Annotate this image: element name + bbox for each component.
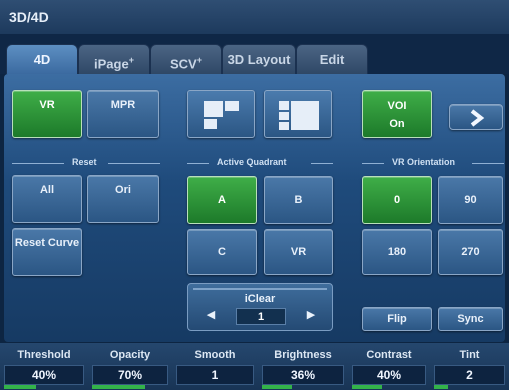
active-quadrant-group-header: Active Quadrant (187, 157, 333, 169)
orientation-90-button[interactable]: 90 (438, 176, 503, 224)
quadrant-vr-button[interactable]: VR (264, 229, 333, 275)
tab-3d-layout[interactable]: 3D Layout (222, 44, 296, 74)
split-layout-button[interactable] (264, 90, 332, 138)
reset-all-button[interactable]: All (12, 175, 82, 223)
opacity-label: Opacity (109, 349, 151, 361)
opacity-value: 70% (92, 365, 168, 385)
contrast-value: 40% (352, 365, 426, 385)
tint-label: Tint (459, 349, 480, 361)
contrast-level-bar (352, 385, 382, 389)
threshold-value: 40% (4, 365, 84, 385)
arrow-left-icon[interactable]: ◀ (204, 308, 218, 322)
app-window: 3D/4D 4D iPage+ SCV+ 3D Layout Edit VR M… (0, 0, 509, 390)
brightness-level-bar (262, 385, 292, 389)
reset-curve-label: Reset Curve (14, 237, 80, 249)
iclear-indicator (193, 288, 327, 290)
reset-all-label: All (39, 184, 55, 196)
threshold-level-bar (4, 385, 36, 389)
quadrant-a-label: A (218, 194, 226, 206)
smooth-label: Smooth (194, 349, 236, 361)
quad-layout-button[interactable] (187, 90, 255, 138)
tab-edit[interactable]: Edit (296, 44, 368, 74)
voi-toggle-button[interactable]: VOI On (362, 90, 432, 138)
window-title: 3D/4D (9, 9, 49, 25)
tint-value: 2 (434, 365, 505, 385)
quadrant-a-button[interactable]: A (187, 176, 257, 224)
tab-ipage[interactable]: iPage+ (78, 44, 150, 74)
opacity-knob[interactable]: Opacity 70% (88, 343, 172, 390)
mpr-mode-button[interactable]: MPR (87, 90, 159, 138)
quadrant-vr-label: VR (290, 246, 307, 258)
threshold-label: Threshold (17, 349, 71, 361)
iclear-value: 1 (236, 308, 286, 325)
brightness-knob[interactable]: Brightness 36% (258, 343, 348, 390)
orientation-270-button[interactable]: 270 (438, 229, 503, 275)
contrast-label: Contrast (366, 349, 412, 361)
reset-group-header: Reset (12, 157, 160, 169)
voi-state: On (389, 118, 405, 130)
opacity-level-bar (92, 385, 145, 389)
tab-strip: 4D iPage+ SCV+ 3D Layout Edit (0, 34, 509, 74)
tint-knob[interactable]: Tint 2 (430, 343, 509, 390)
knob-bar: Threshold 40% Opacity 70% Smooth 1 Brigh… (0, 343, 509, 390)
split-layout-icon (279, 101, 319, 130)
vr-orientation-group-header: VR Orientation (362, 157, 504, 169)
orientation-180-button[interactable]: 180 (362, 229, 432, 275)
reset-ori-label: Ori (115, 184, 131, 196)
reset-ori-button[interactable]: Ori (87, 175, 159, 223)
next-page-button[interactable] (449, 104, 503, 130)
title-bar: 3D/4D (0, 0, 509, 35)
quad-layout-icon (204, 101, 239, 129)
flip-button[interactable]: Flip (362, 307, 432, 331)
vr-mode-label: VR (39, 99, 55, 111)
orientation-0-label: 0 (393, 194, 401, 206)
brightness-value: 36% (262, 365, 344, 385)
quadrant-c-button[interactable]: C (187, 229, 257, 275)
brightness-label: Brightness (274, 349, 332, 361)
smooth-knob[interactable]: Smooth 1 (172, 343, 258, 390)
threshold-knob[interactable]: Threshold 40% (0, 343, 88, 390)
tab-4d[interactable]: 4D (6, 44, 78, 74)
quadrant-b-label: B (294, 194, 303, 206)
mpr-mode-label: MPR (110, 99, 136, 111)
orientation-180-label: 180 (387, 246, 407, 258)
quadrant-b-button[interactable]: B (264, 176, 333, 224)
voi-label: VOI (387, 100, 407, 112)
chevron-right-icon (470, 109, 485, 127)
orientation-0-button[interactable]: 0 (362, 176, 432, 224)
sync-label: Sync (457, 313, 484, 325)
tint-level-bar (434, 385, 448, 389)
quadrant-c-label: C (218, 246, 226, 258)
vr-mode-button[interactable]: VR (12, 90, 82, 138)
flip-label: Flip (387, 313, 407, 325)
smooth-value: 1 (176, 365, 254, 385)
iclear-label: iClear (244, 293, 276, 305)
tab-scv[interactable]: SCV+ (150, 44, 222, 74)
reset-curve-button[interactable]: Reset Curve (12, 228, 82, 276)
iclear-control: iClear ◀ 1 ▶ (187, 283, 333, 331)
contrast-knob[interactable]: Contrast 40% (348, 343, 430, 390)
orientation-270-label: 270 (461, 246, 480, 258)
sync-button[interactable]: Sync (438, 307, 503, 331)
orientation-90-label: 90 (464, 194, 477, 206)
arrow-right-icon[interactable]: ▶ (304, 308, 318, 322)
